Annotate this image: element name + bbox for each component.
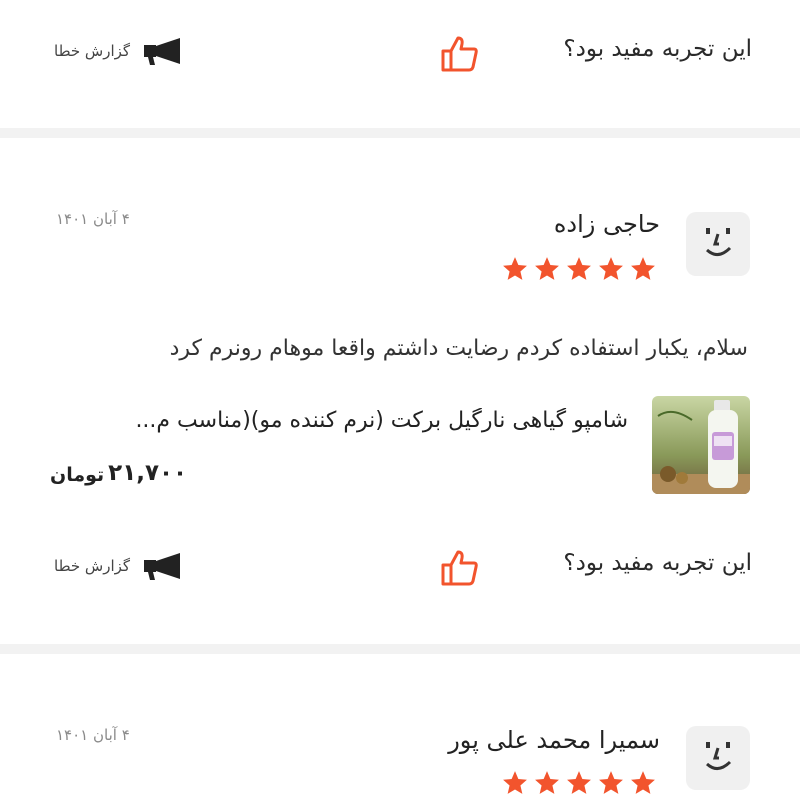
helpful-question: این تجربه مفید بود؟ bbox=[563, 36, 752, 62]
like-button[interactable] bbox=[440, 34, 480, 74]
avatar bbox=[686, 726, 750, 790]
section-divider bbox=[0, 128, 800, 138]
star-icon bbox=[535, 257, 559, 280]
megaphone-icon bbox=[144, 38, 181, 65]
megaphone-icon bbox=[144, 553, 181, 580]
star-icon bbox=[535, 771, 559, 794]
reviewer-name: حاجی زاده bbox=[553, 210, 660, 238]
rating-stars bbox=[502, 770, 656, 796]
star-icon bbox=[503, 257, 527, 280]
avatar-face-icon bbox=[705, 742, 732, 770]
star-icon bbox=[567, 257, 591, 280]
product-name-link[interactable]: شامپو گیاهی نارگیل برکت (نرم کننده مو)(م… bbox=[68, 408, 628, 433]
price-value: ۲۱,۷۰۰ bbox=[108, 460, 188, 486]
thumbs-up-icon bbox=[441, 550, 478, 586]
report-error-button[interactable]: گزارش خطا bbox=[54, 36, 182, 66]
star-icon bbox=[631, 257, 655, 280]
star-icon bbox=[567, 771, 591, 794]
review-date: ۴ آبان ۱۴۰۱ bbox=[56, 726, 130, 744]
rating-stars bbox=[502, 256, 656, 282]
star-icon bbox=[631, 771, 655, 794]
product-image[interactable] bbox=[652, 396, 750, 494]
star-icon bbox=[599, 771, 623, 794]
star-icon bbox=[599, 257, 623, 280]
avatar bbox=[686, 212, 750, 276]
review-text: سلام، یکبار استفاده کردم رضایت داشتم واق… bbox=[169, 336, 748, 361]
reviewer-name: سمیرا محمد علی پور bbox=[448, 726, 660, 754]
thumbs-up-icon bbox=[441, 36, 478, 72]
product-price: ۲۱,۷۰۰ تومان bbox=[50, 460, 187, 486]
star-icon bbox=[503, 771, 527, 794]
report-error-label: گزارش خطا bbox=[54, 557, 131, 575]
price-currency: تومان bbox=[50, 464, 105, 486]
like-button[interactable] bbox=[440, 548, 480, 588]
review-date: ۴ آبان ۱۴۰۱ bbox=[56, 210, 130, 228]
report-error-button[interactable]: گزارش خطا bbox=[54, 551, 182, 581]
report-error-label: گزارش خطا bbox=[54, 42, 131, 60]
shampoo-bottle-image bbox=[652, 396, 750, 494]
avatar-face-icon bbox=[705, 228, 732, 256]
section-divider bbox=[0, 644, 800, 654]
helpful-question: این تجربه مفید بود؟ bbox=[563, 550, 752, 576]
